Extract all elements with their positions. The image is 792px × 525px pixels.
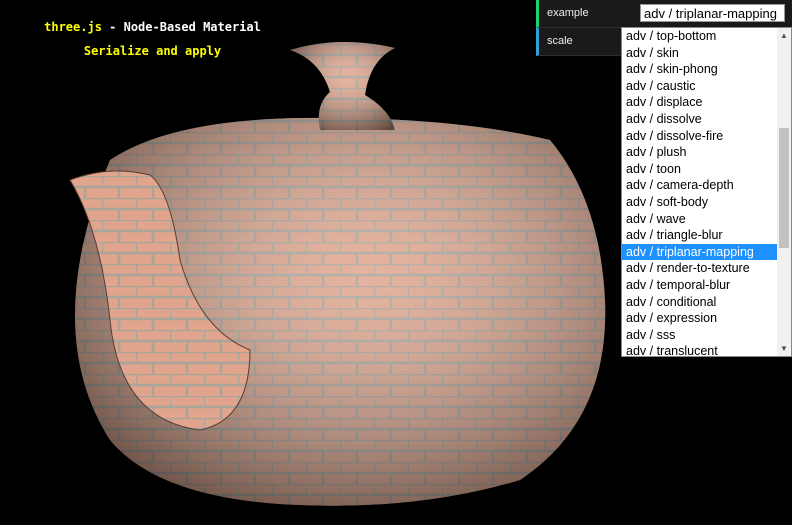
dropdown-option[interactable]: adv / dissolve-fire — [622, 128, 780, 145]
example-label: example — [547, 7, 589, 19]
dropdown-option[interactable]: adv / sss — [622, 327, 780, 344]
scrollbar-thumb[interactable] — [779, 128, 789, 248]
dropdown-option[interactable]: adv / caustic — [622, 78, 780, 95]
dropdown-option[interactable]: adv / displace — [622, 94, 780, 111]
dropdown-option[interactable]: adv / plush — [622, 144, 780, 161]
dropdown-option[interactable]: adv / skin-phong — [622, 61, 780, 78]
info-title: - Node-Based Material — [101, 20, 261, 34]
teapot — [69, 41, 606, 506]
dropdown-option[interactable]: adv / triplanar-mapping — [622, 243, 780, 261]
dropdown-option[interactable]: adv / render-to-texture — [622, 260, 780, 277]
scrollbar[interactable]: ▲ ▼ — [777, 28, 791, 356]
scale-label: scale — [547, 35, 573, 47]
dropdown-option[interactable]: adv / camera-depth — [622, 177, 780, 194]
info-subtitle: Serialize and apply — [83, 44, 222, 58]
dropdown-option[interactable]: adv / top-bottom — [622, 28, 780, 45]
dropdown-option[interactable]: adv / triangle-blur — [622, 227, 780, 244]
example-select[interactable]: adv / triplanar-mapping — [640, 4, 785, 22]
dropdown-option[interactable]: adv / conditional — [622, 294, 780, 311]
scroll-up-icon[interactable]: ▲ — [780, 31, 788, 40]
dropdown-option[interactable]: adv / expression — [622, 310, 780, 327]
scroll-down-icon[interactable]: ▼ — [780, 344, 788, 353]
dropdown-option[interactable]: adv / dissolve — [622, 111, 780, 128]
example-dropdown-list[interactable]: adv / top-bottom adv / skin adv / skin-pho… — [621, 27, 792, 357]
dropdown-option[interactable]: adv / skin — [622, 45, 780, 62]
dropdown-option[interactable]: adv / temporal-blur — [622, 277, 780, 294]
gui-row-example: example adv / triplanar-mapping — [536, 0, 792, 28]
dropdown-option[interactable]: adv / toon — [622, 161, 780, 178]
dropdown-option[interactable]: adv / wave — [622, 211, 780, 228]
brand-link[interactable]: three.js — [44, 20, 102, 34]
dropdown-option[interactable]: adv / soft-body — [622, 194, 780, 211]
info-header: three.js - Node-Based Material Serialize… — [0, 15, 305, 63]
dropdown-option[interactable]: adv / translucent — [622, 343, 780, 356]
